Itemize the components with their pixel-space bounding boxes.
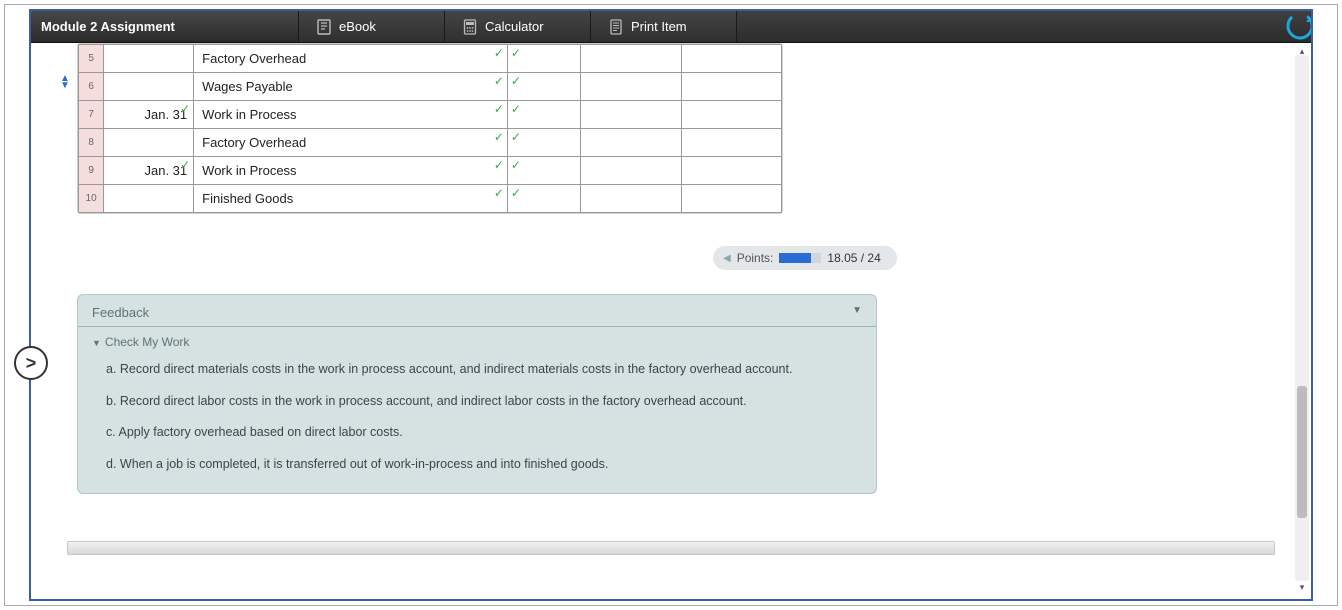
calculator-icon <box>463 19 477 35</box>
points-label: Points: <box>737 251 774 265</box>
check-icon: ✓ <box>511 130 521 144</box>
row-number-cell[interactable]: 9 <box>79 157 104 185</box>
description-cell[interactable]: Wages Payable✓ <box>194 73 508 101</box>
amount-cell-2[interactable] <box>581 45 681 73</box>
feedback-title: Feedback <box>92 305 149 320</box>
scroll-down-arrow[interactable]: ▾ <box>1295 581 1309 593</box>
scrollbar-thumb[interactable] <box>1297 386 1307 518</box>
content-area: 5Factory Overhead✓✓6▲▼Wages Payable✓✓7Ja… <box>31 43 1311 599</box>
amount-cell-1[interactable]: ✓ <box>507 185 580 213</box>
feedback-panel: Feedback ▼ ▼ Check My Work a. Record dire… <box>77 294 877 494</box>
amount-cell-2[interactable] <box>581 101 681 129</box>
scroll-area: 5Factory Overhead✓✓6▲▼Wages Payable✓✓7Ja… <box>31 43 1293 599</box>
table-row: 10 Finished Goods✓✓ <box>79 185 782 213</box>
points-bar-fill <box>779 253 811 263</box>
date-cell[interactable] <box>104 73 194 101</box>
check-icon: ✓ <box>494 158 504 172</box>
print-item-button[interactable]: Print Item <box>591 11 737 42</box>
print-icon <box>609 19 623 35</box>
check-icon: ✓ <box>511 186 521 200</box>
points-bar <box>779 253 821 263</box>
feedback-header[interactable]: Feedback ▼ <box>78 295 876 327</box>
description-cell[interactable]: Finished Goods✓ <box>194 185 508 213</box>
amount-cell-1[interactable]: ✓ <box>507 157 580 185</box>
calculator-label: Calculator <box>485 19 544 34</box>
row-number-cell[interactable]: 8 <box>79 129 104 157</box>
points-icon: ◀ <box>723 253 731 264</box>
amount-cell-2[interactable] <box>581 73 681 101</box>
feedback-item: c. Apply factory overhead based on direc… <box>78 414 876 446</box>
amount-cell-3[interactable] <box>681 101 781 129</box>
row-number-cell[interactable]: 5 <box>79 45 104 73</box>
check-icon: ✓ <box>494 74 504 88</box>
ebook-icon <box>317 19 331 35</box>
check-icon: ✓ <box>180 158 190 172</box>
date-cell[interactable]: Jan. 31✓ <box>104 157 194 185</box>
amount-cell-1[interactable]: ✓ <box>507 101 580 129</box>
feedback-item: a. Record direct materials costs in the … <box>78 351 876 383</box>
check-my-work-toggle[interactable]: ▼ Check My Work <box>78 327 876 351</box>
row-sort-handle[interactable]: ▲▼ <box>55 75 75 89</box>
table-row: 7Jan. 31✓Work in Process✓✓ <box>79 101 782 129</box>
calculator-button[interactable]: Calculator <box>445 11 591 42</box>
amount-cell-3[interactable] <box>681 185 781 213</box>
description-cell[interactable]: Work in Process✓ <box>194 101 508 129</box>
amount-cell-3[interactable] <box>681 157 781 185</box>
scroll-up-arrow[interactable]: ▴ <box>1295 45 1309 57</box>
ebook-label: eBook <box>339 19 376 34</box>
table-row: 6▲▼ Wages Payable✓✓ <box>79 73 782 101</box>
description-cell[interactable]: Work in Process✓ <box>194 157 508 185</box>
amount-cell-2[interactable] <box>581 157 681 185</box>
top-toolbar: Module 2 Assignment eBook Calculator Pri… <box>31 11 1311 43</box>
row-number-cell[interactable]: 7 <box>79 101 104 129</box>
amount-cell-1[interactable]: ✓ <box>507 45 580 73</box>
print-item-label: Print Item <box>631 19 687 34</box>
date-cell[interactable] <box>104 185 194 213</box>
check-icon: ✓ <box>494 46 504 60</box>
toolbar-spacer <box>737 11 1311 42</box>
collapse-icon: ▼ <box>852 305 862 320</box>
journal-table: 5Factory Overhead✓✓6▲▼Wages Payable✓✓7Ja… <box>77 43 783 214</box>
date-cell[interactable] <box>104 45 194 73</box>
outer-frame: Module 2 Assignment eBook Calculator Pri… <box>4 4 1338 606</box>
assignment-title: Module 2 Assignment <box>31 11 299 42</box>
amount-cell-2[interactable] <box>581 185 681 213</box>
amount-cell-3[interactable] <box>681 73 781 101</box>
ebook-button[interactable]: eBook <box>299 11 445 42</box>
chevron-down-icon: ▼ <box>92 338 101 348</box>
row-number-cell[interactable]: 10 <box>79 185 104 213</box>
check-icon: ✓ <box>494 102 504 116</box>
expand-chevron-icon: > <box>26 353 37 374</box>
amount-cell-2[interactable] <box>581 129 681 157</box>
table-row: 5 Factory Overhead✓✓ <box>79 45 782 73</box>
bottom-divider <box>67 541 1275 555</box>
check-my-work-label: Check My Work <box>105 335 189 349</box>
amount-cell-1[interactable]: ✓ <box>507 129 580 157</box>
check-icon: ✓ <box>180 102 190 116</box>
feedback-item: d. When a job is completed, it is transf… <box>78 446 876 478</box>
description-cell[interactable]: Factory Overhead✓ <box>194 129 508 157</box>
table-row: 8 Factory Overhead✓✓ <box>79 129 782 157</box>
check-icon: ✓ <box>511 74 521 88</box>
expand-panel-button[interactable]: > <box>14 346 48 380</box>
date-cell[interactable]: Jan. 31✓ <box>104 101 194 129</box>
date-cell[interactable] <box>104 129 194 157</box>
amount-cell-3[interactable] <box>681 129 781 157</box>
points-value: 18.05 / 24 <box>827 251 880 265</box>
amount-cell-3[interactable] <box>681 45 781 73</box>
vertical-scrollbar[interactable]: ▴ ▾ <box>1295 55 1309 581</box>
check-icon: ✓ <box>511 46 521 60</box>
table-row: 9Jan. 31✓Work in Process✓✓ <box>79 157 782 185</box>
check-icon: ✓ <box>494 186 504 200</box>
feedback-item: b. Record direct labor costs in the work… <box>78 383 876 415</box>
refresh-icon[interactable] <box>1285 11 1313 41</box>
amount-cell-1[interactable]: ✓ <box>507 73 580 101</box>
check-icon: ✓ <box>494 130 504 144</box>
description-cell[interactable]: Factory Overhead✓ <box>194 45 508 73</box>
points-indicator: ◀ Points: 18.05 / 24 <box>713 246 897 270</box>
check-icon: ✓ <box>511 102 521 116</box>
assignment-frame: Module 2 Assignment eBook Calculator Pri… <box>29 9 1313 601</box>
row-number-cell[interactable]: 6▲▼ <box>79 73 104 101</box>
check-icon: ✓ <box>511 158 521 172</box>
